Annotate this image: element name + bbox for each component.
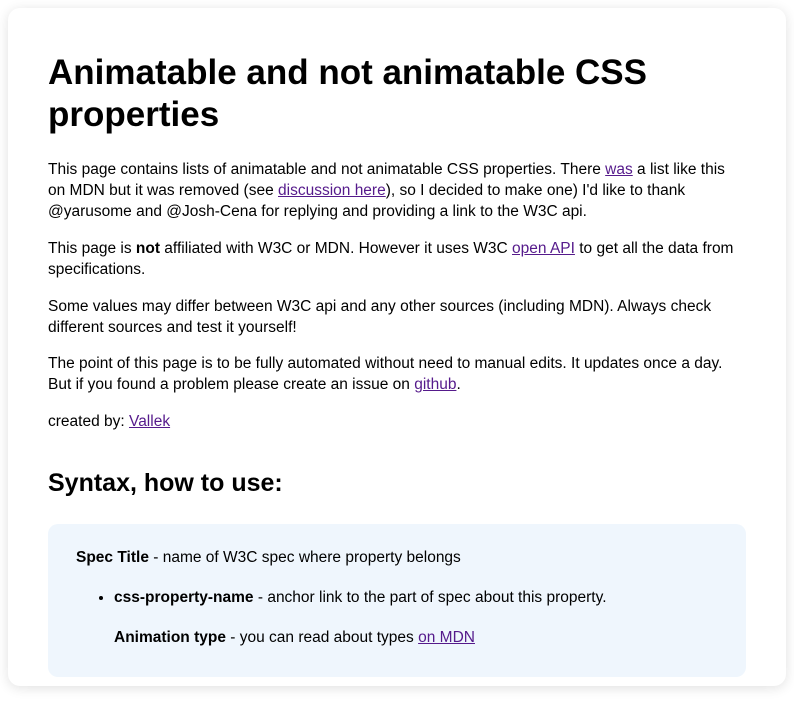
syntax-list: css-property-name - anchor link to the p… — [76, 587, 718, 648]
text: The point of this page is to be fully au… — [48, 355, 722, 393]
syntax-list-item: css-property-name - anchor link to the p… — [114, 587, 718, 648]
animation-type-label: Animation type — [114, 629, 226, 646]
page-title: Animatable and not animatable CSS proper… — [48, 52, 746, 136]
property-name-label: css-property-name — [114, 589, 254, 606]
link-discussion[interactable]: discussion here — [278, 182, 386, 199]
text: This page is — [48, 240, 136, 257]
content-card: Animatable and not animatable CSS proper… — [8, 8, 786, 686]
animation-type-desc: - you can read about types — [226, 629, 418, 646]
created-by: created by: Vallek — [48, 412, 746, 433]
spec-title-label: Spec Title — [76, 549, 149, 566]
link-author[interactable]: Vallek — [129, 413, 170, 430]
intro-paragraph-4: The point of this page is to be fully au… — [48, 354, 746, 396]
text: This page contains lists of animatable a… — [48, 161, 605, 178]
syntax-box: Spec Title - name of W3C spec where prop… — [48, 524, 746, 676]
text: affiliated with W3C or MDN. However it u… — [160, 240, 512, 257]
property-name-desc: - anchor link to the part of spec about … — [254, 589, 607, 606]
syntax-heading: Syntax, how to use: — [48, 469, 746, 498]
syntax-anim-line: Animation type - you can read about type… — [114, 627, 718, 649]
intro-paragraph-3: Some values may differ between W3C api a… — [48, 297, 746, 339]
link-was[interactable]: was — [605, 161, 633, 178]
link-open-api[interactable]: open API — [512, 240, 575, 257]
emphasis-not: not — [136, 240, 160, 257]
text: created by: — [48, 413, 129, 430]
intro-paragraph-1: This page contains lists of animatable a… — [48, 160, 746, 223]
intro-paragraph-2: This page is not affiliated with W3C or … — [48, 239, 746, 281]
syntax-spec-line: Spec Title - name of W3C spec where prop… — [76, 548, 718, 569]
text: . — [456, 376, 460, 393]
link-github[interactable]: github — [414, 376, 456, 393]
spec-title-desc: - name of W3C spec where property belong… — [149, 549, 461, 566]
link-on-mdn[interactable]: on MDN — [418, 629, 475, 646]
